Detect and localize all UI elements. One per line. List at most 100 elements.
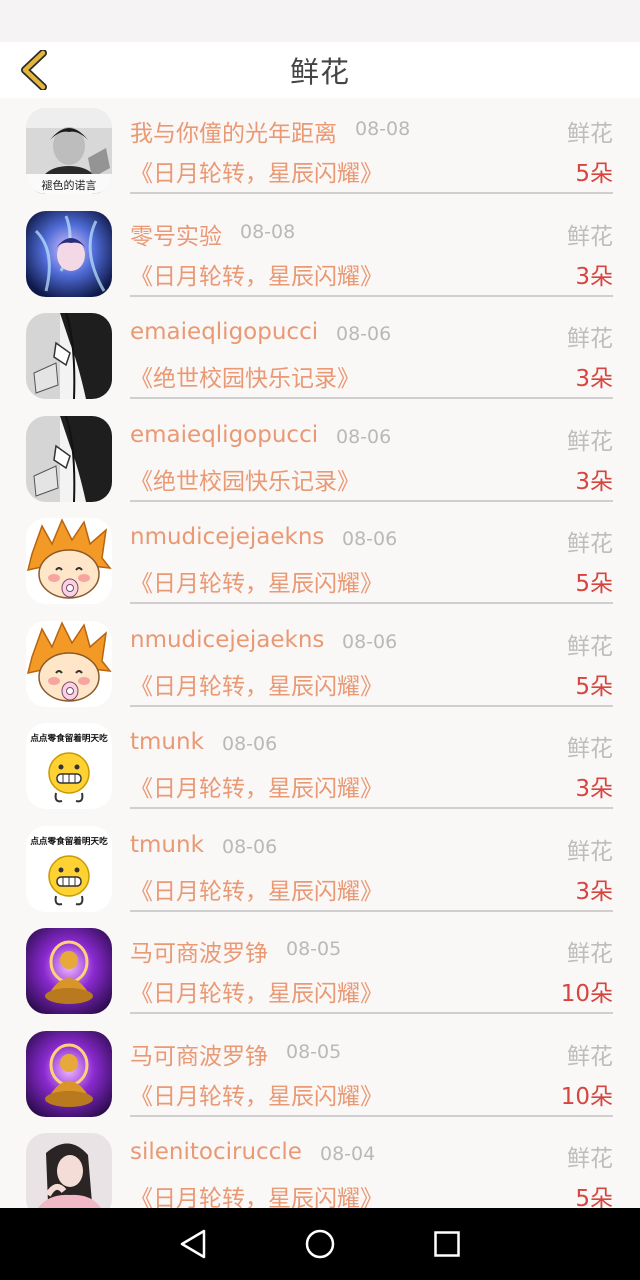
nav-home-button[interactable] bbox=[298, 1222, 342, 1266]
list-item[interactable]: emaieqligopucci 08-06 鲜花 《绝世校园快乐记录》 3朵 bbox=[0, 303, 640, 406]
back-button[interactable] bbox=[14, 50, 54, 90]
gift-count: 5朵 bbox=[575, 1186, 613, 1208]
book-title[interactable]: 《绝世校园快乐记录》 bbox=[130, 462, 360, 496]
avatar[interactable] bbox=[26, 415, 112, 502]
book-title[interactable]: 《日月轮转，星辰闪耀》 bbox=[130, 974, 383, 1008]
avatar-caption: 褪色的诺言 bbox=[42, 178, 97, 192]
book-title[interactable]: 《日月轮转，星辰闪耀》 bbox=[130, 769, 383, 803]
list-item-info: emaieqligopucci 08-06 鲜花 《绝世校园快乐记录》 3朵 bbox=[130, 303, 613, 399]
send-date: 08-08 bbox=[240, 220, 296, 243]
gift-count: 5朵 bbox=[575, 673, 613, 700]
list-item[interactable]: emaieqligopucci 08-06 鲜花 《绝世校园快乐记录》 3朵 bbox=[0, 406, 640, 509]
avatar[interactable]: 点点零食留着明天吃 bbox=[26, 825, 112, 912]
status-bar bbox=[0, 0, 640, 42]
gift-type: 鲜花 bbox=[567, 941, 613, 967]
page-title: 鲜花 bbox=[289, 55, 350, 89]
list-item-info: 马可商波罗铮 08-05 鲜花 《日月轮转，星辰闪耀》 10朵 bbox=[130, 1021, 613, 1117]
list-item-info: nmudicejejaekns 08-06 鲜花 《日月轮转，星辰闪耀》 5朵 bbox=[130, 611, 613, 707]
header: 鲜花 bbox=[0, 42, 640, 98]
list-item[interactable]: nmudicejejaekns 08-06 鲜花 《日月轮转，星辰闪耀》 5朵 bbox=[0, 611, 640, 714]
sender-name[interactable]: 零号实验 bbox=[130, 217, 222, 251]
sender-name[interactable]: 我与你僮的光年距离 bbox=[130, 114, 337, 148]
avatar[interactable] bbox=[26, 1030, 112, 1117]
send-date: 08-06 bbox=[222, 835, 278, 858]
list-item-info: 我与你僮的光年距离 08-08 鲜花 《日月轮转，星辰闪耀》 5朵 bbox=[130, 98, 613, 194]
nav-back-button[interactable] bbox=[171, 1222, 215, 1266]
gift-count: 5朵 bbox=[575, 571, 613, 597]
gift-type: 鲜花 bbox=[567, 1146, 613, 1172]
book-title[interactable]: 《日月轮转，星辰闪耀》 bbox=[130, 872, 383, 906]
gift-count: 3朵 bbox=[575, 366, 613, 392]
send-date: 08-08 bbox=[355, 118, 411, 140]
sender-name[interactable]: nmudicejejaekns bbox=[130, 524, 324, 550]
list-item[interactable]: 点点零食留着明天吃 tmunk 08-06 鲜花 《日月轮转，星辰闪耀》 3朵 bbox=[0, 713, 640, 816]
list-item[interactable]: 马可商波罗铮 08-05 鲜花 《日月轮转，星辰闪耀》 10朵 bbox=[0, 918, 640, 1021]
gift-type: 鲜花 bbox=[567, 326, 613, 352]
recents-square-icon bbox=[433, 1231, 460, 1257]
gift-count: 3朵 bbox=[575, 468, 613, 495]
send-date: 08-06 bbox=[222, 733, 278, 755]
gift-type: 鲜花 bbox=[567, 223, 613, 250]
list-item-info: emaieqligopucci 08-06 鲜花 《绝世校园快乐记录》 3朵 bbox=[130, 406, 613, 502]
book-title[interactable]: 《日月轮转，星辰闪耀》 bbox=[130, 564, 383, 598]
send-date: 08-06 bbox=[336, 323, 392, 345]
book-title[interactable]: 《日月轮转，星辰闪耀》 bbox=[130, 257, 383, 291]
gift-type: 鲜花 bbox=[567, 633, 613, 660]
home-circle-icon bbox=[305, 1229, 335, 1259]
list-item[interactable]: 点点零食留着明天吃 tmunk 08-06 鲜花 《日月轮转，星辰闪耀》 3朵 bbox=[0, 816, 640, 919]
gift-type: 鲜花 bbox=[567, 121, 613, 147]
gift-count: 3朵 bbox=[575, 776, 613, 802]
list-item[interactable]: 马可商波罗铮 08-05 鲜花 《日月轮转，星辰闪耀》 10朵 bbox=[0, 1021, 640, 1124]
sender-name[interactable]: tmunk bbox=[130, 832, 204, 858]
gift-count: 10朵 bbox=[560, 981, 613, 1007]
sender-name[interactable]: tmunk bbox=[130, 729, 204, 755]
sender-name[interactable]: 马可商波罗铮 bbox=[130, 934, 268, 968]
book-title[interactable]: 《日月轮转，星辰闪耀》 bbox=[130, 154, 383, 188]
list-item[interactable]: silenitociruccle 08-04 鲜花 《日月轮转，星辰闪耀》 5朵 bbox=[0, 1123, 640, 1208]
list-item-info: tmunk 08-06 鲜花 《日月轮转，星辰闪耀》 3朵 bbox=[130, 713, 613, 809]
book-title[interactable]: 《日月轮转，星辰闪耀》 bbox=[130, 1077, 383, 1111]
gift-list[interactable]: 褪色的诺言 我与你僮的光年距离 08-08 鲜花 《日月轮转，星辰闪耀》 5朵 … bbox=[0, 98, 640, 1208]
book-title[interactable]: 《日月轮转，星辰闪耀》 bbox=[130, 1179, 383, 1208]
avatar[interactable] bbox=[26, 1133, 112, 1208]
list-item[interactable]: nmudicejejaekns 08-06 鲜花 《日月轮转，星辰闪耀》 5朵 bbox=[0, 508, 640, 611]
book-title[interactable]: 《绝世校园快乐记录》 bbox=[130, 359, 360, 393]
sender-name[interactable]: nmudicejejaekns bbox=[130, 627, 324, 653]
send-date: 08-05 bbox=[286, 1040, 342, 1063]
gift-type: 鲜花 bbox=[567, 736, 613, 762]
send-date: 08-04 bbox=[320, 1143, 376, 1165]
avatar[interactable] bbox=[26, 313, 112, 399]
sender-name[interactable]: emaieqligopucci bbox=[130, 422, 318, 448]
avatar-caption: 点点零食留着明天吃 bbox=[30, 732, 108, 744]
sender-name[interactable]: 马可商波罗铮 bbox=[130, 1037, 268, 1071]
list-item[interactable]: 褪色的诺言 我与你僮的光年距离 08-08 鲜花 《日月轮转，星辰闪耀》 5朵 bbox=[0, 98, 640, 201]
list-item-info: nmudicejejaekns 08-06 鲜花 《日月轮转，星辰闪耀》 5朵 bbox=[130, 508, 613, 604]
avatar[interactable] bbox=[26, 518, 112, 604]
chevron-left-icon bbox=[21, 50, 47, 90]
avatar[interactable] bbox=[26, 210, 112, 297]
gift-count: 5朵 bbox=[575, 161, 613, 187]
list-item-info: 零号实验 08-08 鲜花 《日月轮转，星辰闪耀》 3朵 bbox=[130, 201, 613, 297]
book-title[interactable]: 《日月轮转，星辰闪耀》 bbox=[130, 667, 383, 701]
avatar[interactable] bbox=[26, 928, 112, 1014]
nav-recents-button[interactable] bbox=[425, 1222, 469, 1266]
gift-type: 鲜花 bbox=[567, 428, 613, 455]
gift-type: 鲜花 bbox=[567, 1043, 613, 1070]
gift-type: 鲜花 bbox=[567, 838, 613, 865]
avatar-caption: 点点零食留着明天吃 bbox=[30, 835, 108, 847]
send-date: 08-06 bbox=[336, 425, 392, 448]
list-item-info: 马可商波罗铮 08-05 鲜花 《日月轮转，星辰闪耀》 10朵 bbox=[130, 918, 613, 1014]
sender-name[interactable]: silenitociruccle bbox=[130, 1139, 302, 1165]
gift-type: 鲜花 bbox=[567, 531, 613, 557]
send-date: 08-06 bbox=[342, 528, 398, 550]
list-item-info: silenitociruccle 08-04 鲜花 《日月轮转，星辰闪耀》 5朵 bbox=[130, 1123, 613, 1208]
avatar[interactable] bbox=[26, 620, 112, 707]
gift-count: 10朵 bbox=[560, 1083, 613, 1110]
avatar[interactable]: 点点零食留着明天吃 bbox=[26, 723, 112, 809]
avatar[interactable]: 褪色的诺言 bbox=[26, 108, 112, 194]
list-item[interactable]: 零号实验 08-08 鲜花 《日月轮转，星辰闪耀》 3朵 bbox=[0, 201, 640, 304]
sender-name[interactable]: emaieqligopucci bbox=[130, 319, 318, 345]
back-triangle-icon bbox=[181, 1229, 206, 1259]
gift-count: 3朵 bbox=[575, 263, 613, 290]
list-item-info: tmunk 08-06 鲜花 《日月轮转，星辰闪耀》 3朵 bbox=[130, 816, 613, 912]
